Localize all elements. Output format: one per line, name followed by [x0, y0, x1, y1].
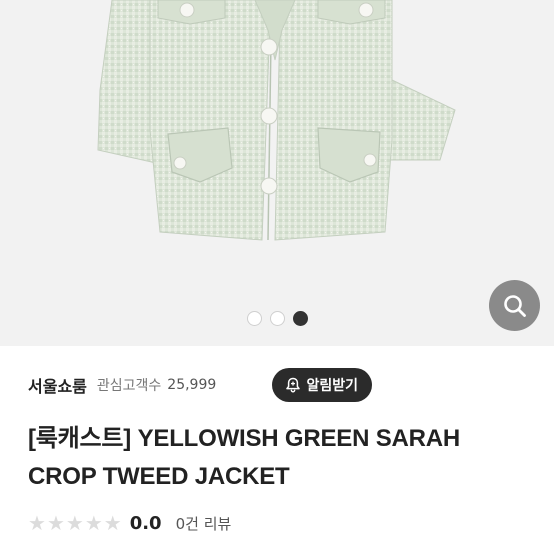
follower-count: 25,999: [167, 377, 217, 393]
alarm-subscribe-label: 알림받기: [306, 378, 358, 394]
product-image: [97, 0, 456, 241]
zoom-button[interactable]: [489, 280, 540, 331]
product-image-carousel[interactable]: [0, 0, 554, 346]
rating-value: 0.0: [129, 512, 162, 534]
alarm-subscribe-button[interactable]: 알림받기: [272, 368, 372, 402]
search-icon: [503, 294, 526, 317]
star-icon: ★: [103, 511, 122, 535]
carousel-dot-1[interactable]: [246, 311, 262, 326]
follower-label: 관심고객수: [96, 378, 162, 394]
seller-info: 서울쇼룸 관심고객수 25,999 알림받기: [28, 368, 534, 402]
rating-stars: ★ ★ ★ ★ ★: [28, 513, 122, 533]
carousel-dot-3[interactable]: [292, 311, 308, 326]
star-icon: ★: [65, 511, 84, 535]
review-count[interactable]: 0건 리뷰: [176, 513, 232, 534]
star-icon: ★: [46, 511, 65, 535]
star-icon: ★: [84, 511, 103, 535]
seller-name[interactable]: 서울쇼룸: [28, 373, 87, 397]
product-title-line-2: CROP TWEED JACKET: [28, 463, 290, 490]
carousel-dot-2[interactable]: [269, 311, 285, 326]
star-icon: ★: [28, 511, 46, 535]
carousel-indicator: [0, 311, 554, 326]
rating-summary[interactable]: ★ ★ ★ ★ ★ 0.0 0건 리뷰: [28, 510, 231, 536]
product-title: [룩캐스트] YELLOWISH GREEN SARAH CROP TWEED …: [28, 420, 538, 496]
product-title-line-1: [룩캐스트] YELLOWISH GREEN SARAH: [28, 425, 461, 452]
bell-plus-icon: [286, 377, 301, 393]
